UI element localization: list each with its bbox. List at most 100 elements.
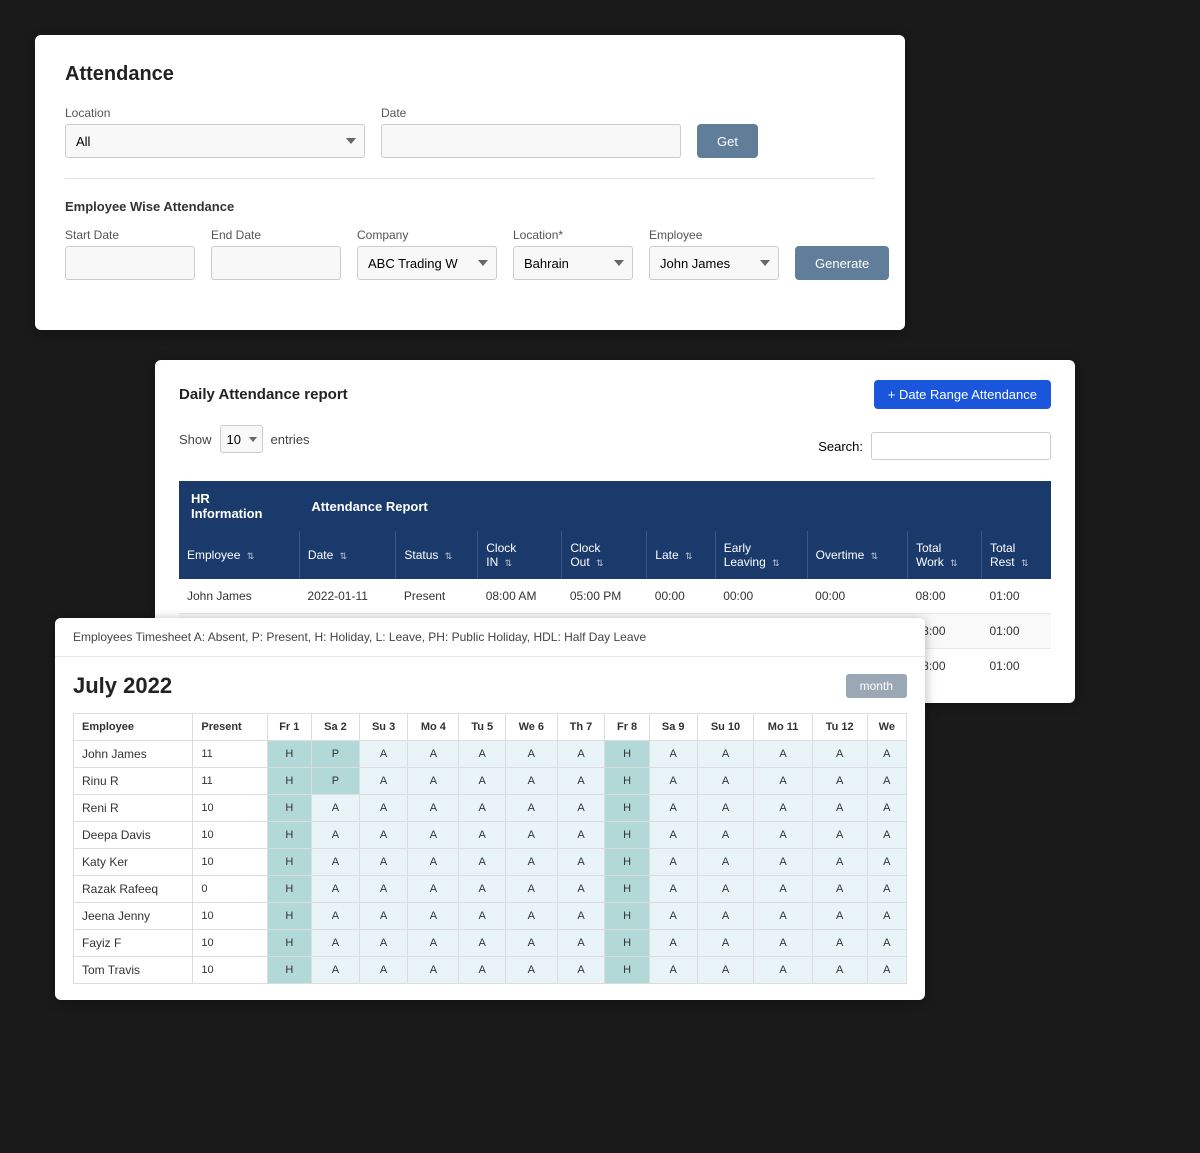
ts-cell: A — [697, 930, 754, 957]
ts-cell: A — [506, 768, 558, 795]
generate-button[interactable]: Generate — [795, 246, 889, 280]
ts-present-count: 10 — [193, 903, 267, 930]
ts-cell: A — [459, 957, 506, 984]
timesheet-month-row: July 2022 month — [73, 673, 907, 699]
col-total-work: TotalWork ⇅ — [907, 531, 981, 579]
ts-cell: A — [812, 930, 867, 957]
ts-cell: A — [506, 930, 558, 957]
start-date-input[interactable]: 2022-01-01 — [65, 246, 195, 280]
get-button[interactable]: Get — [697, 124, 758, 158]
ts-cell: H — [605, 876, 649, 903]
location2-group: Location* Bahrain — [513, 228, 633, 280]
ts-cell: H — [605, 822, 649, 849]
ts-cell: A — [459, 930, 506, 957]
sort-totalrest-icon: ⇅ — [1021, 558, 1029, 569]
ts-row: Jeena Jenny10HAAAAAAHAAAAA — [74, 903, 907, 930]
ts-cell: A — [649, 822, 697, 849]
ts-cell: A — [408, 849, 459, 876]
date-input[interactable]: 2022-07-27 — [381, 124, 681, 158]
cell-total_rest: 01:00 — [981, 614, 1051, 649]
ts-row: Rinu R11HPAAAAAHAAAAA — [74, 768, 907, 795]
date-range-button[interactable]: + Date Range Attendance — [874, 380, 1051, 409]
ts-cell: A — [697, 903, 754, 930]
timesheet-card: Employees Timesheet A: Absent, P: Presen… — [55, 618, 925, 1000]
ts-cell: A — [754, 957, 812, 984]
attendance-card: Attendance Location All Date 2022-07-27 … — [35, 35, 905, 330]
ts-cell: A — [312, 957, 360, 984]
ts-col-2: Fr 1 — [267, 714, 311, 741]
ts-cell: A — [812, 768, 867, 795]
ts-cell: A — [359, 903, 408, 930]
entries-row: Show 10 entries — [179, 425, 310, 453]
ts-cell: A — [312, 903, 360, 930]
entries-select[interactable]: 10 — [220, 425, 263, 453]
location2-select[interactable]: Bahrain — [513, 246, 633, 280]
ts-col-8: Th 7 — [557, 714, 605, 741]
ts-cell: A — [697, 822, 754, 849]
date-label: Date — [381, 106, 681, 120]
col-clock-in: ClockIN ⇅ — [478, 531, 562, 579]
ts-cell: A — [812, 795, 867, 822]
ts-cell: A — [754, 849, 812, 876]
timesheet-table: EmployeePresentFr 1Sa 2Su 3Mo 4Tu 5We 6T… — [73, 713, 907, 984]
divider1 — [65, 178, 875, 179]
ts-cell: A — [557, 876, 605, 903]
ts-cell: A — [867, 795, 906, 822]
ts-cell: A — [359, 849, 408, 876]
col-employee: Employee ⇅ — [179, 531, 299, 579]
ts-cell: A — [359, 768, 408, 795]
employee-select[interactable]: John James — [649, 246, 779, 280]
ts-cell: A — [359, 822, 408, 849]
ts-employee-name: Rinu R — [74, 768, 193, 795]
ts-cell: A — [649, 930, 697, 957]
ts-employee-name: Deepa Davis — [74, 822, 193, 849]
employee-group: Employee John James — [649, 228, 779, 280]
ts-cell: A — [557, 822, 605, 849]
sort-employee-icon: ⇅ — [247, 551, 255, 562]
cell-overtime: 00:00 — [807, 579, 907, 614]
ts-cell: A — [408, 795, 459, 822]
ts-cell: A — [649, 849, 697, 876]
col-header-row: Employee ⇅ Date ⇅ Status ⇅ ClockIN ⇅ Clo… — [179, 531, 1051, 579]
ts-cell: A — [506, 741, 558, 768]
employee-wise-title: Employee Wise Attendance — [65, 199, 875, 214]
col-total-rest: TotalRest ⇅ — [981, 531, 1051, 579]
ts-col-12: Mo 11 — [754, 714, 812, 741]
ts-cell: A — [506, 849, 558, 876]
ts-cell: A — [697, 957, 754, 984]
company-select[interactable]: ABC Trading W — [357, 246, 497, 280]
search-input[interactable] — [871, 432, 1051, 460]
report-header: Daily Attendance report + Date Range Att… — [179, 380, 1051, 409]
ts-cell: A — [812, 903, 867, 930]
sort-overtime-icon: ⇅ — [871, 551, 879, 562]
location-select[interactable]: All — [65, 124, 365, 158]
col-overtime: Overtime ⇅ — [807, 531, 907, 579]
month-button[interactable]: month — [846, 674, 907, 698]
ts-cell: A — [506, 822, 558, 849]
ts-cell: H — [605, 795, 649, 822]
location-group: Location All — [65, 106, 365, 158]
ts-col-0: Employee — [74, 714, 193, 741]
ts-cell: A — [812, 849, 867, 876]
ts-cell: H — [267, 930, 311, 957]
ts-cell: A — [812, 741, 867, 768]
ts-cell: A — [506, 795, 558, 822]
ts-row: Tom Travis10HAAAAAAHAAAAA — [74, 957, 907, 984]
ts-employee-name: Jeena Jenny — [74, 903, 193, 930]
ts-cell: A — [649, 876, 697, 903]
ts-present-count: 11 — [193, 741, 267, 768]
attendance-form-row1: Location All Date 2022-07-27 Get — [65, 106, 875, 158]
end-date-input[interactable]: 2022-07-27 — [211, 246, 341, 280]
ts-cell: H — [267, 849, 311, 876]
ts-cell: H — [605, 930, 649, 957]
ts-col-1: Present — [193, 714, 267, 741]
employee-label: Employee — [649, 228, 779, 242]
ts-header-row: EmployeePresentFr 1Sa 2Su 3Mo 4Tu 5We 6T… — [74, 714, 907, 741]
col-late: Late ⇅ — [647, 531, 715, 579]
timesheet-main: July 2022 month EmployeePresentFr 1Sa 2S… — [55, 657, 925, 1000]
col-early-leaving: EarlyLeaving ⇅ — [715, 531, 807, 579]
timesheet-month: July 2022 — [73, 673, 172, 699]
ts-cell: A — [408, 876, 459, 903]
search-label: Search: — [818, 439, 863, 454]
ts-tbody: John James11HPAAAAAHAAAAARinu R11HPAAAAA… — [74, 741, 907, 984]
